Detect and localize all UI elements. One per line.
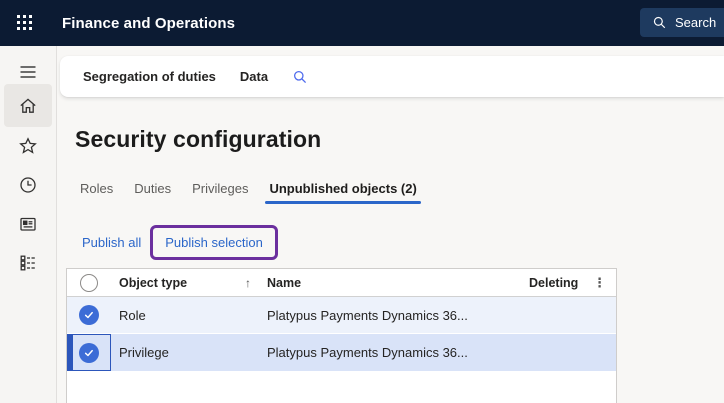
search-button-label: Search	[675, 15, 716, 30]
publish-all-button[interactable]: Publish all	[82, 235, 141, 250]
app-title: Finance and Operations	[62, 15, 235, 32]
sidebar-item-recent[interactable]	[4, 165, 52, 205]
checked-checkbox-icon	[79, 305, 99, 325]
checked-checkbox-icon	[79, 343, 99, 363]
column-header-object-type[interactable]: Object type ↑	[111, 269, 259, 296]
grid-header-row: Object type ↑ Name Deleting ⋮	[67, 269, 616, 297]
search-button[interactable]: Search	[640, 8, 724, 37]
row-checkbox[interactable]	[67, 334, 111, 371]
column-header-name[interactable]: Name	[259, 269, 521, 296]
cell-object-type[interactable]: Privilege	[111, 334, 259, 371]
tab-unpublished-objects[interactable]: Unpublished objects (2)	[269, 181, 416, 204]
cell-deleting[interactable]	[521, 334, 583, 371]
column-header-deleting[interactable]: Deleting	[521, 269, 583, 296]
cell-name[interactable]: Platypus Payments Dynamics 36...	[259, 297, 521, 333]
hierarchy-icon	[18, 253, 38, 273]
tab-duties[interactable]: Duties	[134, 181, 171, 204]
checkbox-circle-icon	[80, 274, 98, 292]
annotation-highlight-box: Publish selection	[150, 225, 278, 260]
menu-icon	[18, 62, 38, 82]
top-app-bar: Finance and Operations Search	[0, 0, 724, 46]
star-icon	[18, 136, 38, 156]
cell-spacer	[583, 334, 616, 371]
cell-object-type[interactable]: Role	[111, 297, 259, 333]
column-header-object-type-label: Object type	[119, 276, 187, 290]
sidebar-item-news[interactable]	[4, 204, 52, 244]
grid-options-button[interactable]: ⋮	[583, 269, 616, 296]
nav-search-button[interactable]	[292, 69, 308, 85]
search-icon	[652, 15, 667, 30]
clock-icon	[18, 175, 38, 195]
action-bar: Publish all Publish selection	[82, 224, 278, 260]
home-icon	[18, 96, 38, 116]
sort-ascending-icon: ↑	[245, 276, 251, 290]
module-nav-strip: Segregation of duties Data	[60, 56, 724, 97]
row-checkbox[interactable]	[67, 297, 111, 333]
select-all-checkbox[interactable]	[67, 269, 111, 296]
nav-item-data[interactable]: Data	[240, 69, 268, 84]
tab-privileges[interactable]: Privileges	[192, 181, 248, 204]
grid-row-privilege[interactable]: Privilege Platypus Payments Dynamics 36.…	[67, 334, 616, 371]
grid-row-role[interactable]: Role Platypus Payments Dynamics 36...	[67, 297, 616, 334]
unpublished-objects-grid: Object type ↑ Name Deleting ⋮ Role Platy…	[66, 268, 617, 403]
cell-name[interactable]: Platypus Payments Dynamics 36...	[259, 334, 521, 371]
sidebar-item-favorites[interactable]	[4, 126, 52, 166]
app-launcher-icon[interactable]	[17, 15, 33, 31]
tab-bar: Roles Duties Privileges Unpublished obje…	[80, 181, 417, 204]
page-title: Security configuration	[75, 126, 321, 153]
sidebar-item-hierarchy[interactable]	[4, 243, 52, 283]
cell-spacer	[583, 297, 616, 333]
cell-deleting[interactable]	[521, 297, 583, 333]
sidebar-item-home[interactable]	[4, 84, 52, 127]
menu-toggle-button[interactable]	[4, 58, 52, 86]
sidebar	[0, 46, 57, 403]
nav-item-segregation-of-duties[interactable]: Segregation of duties	[83, 69, 216, 84]
nav-search-icon	[292, 69, 308, 85]
tab-roles[interactable]: Roles	[80, 181, 113, 204]
publish-selection-button[interactable]: Publish selection	[165, 235, 263, 250]
news-icon	[18, 214, 38, 234]
